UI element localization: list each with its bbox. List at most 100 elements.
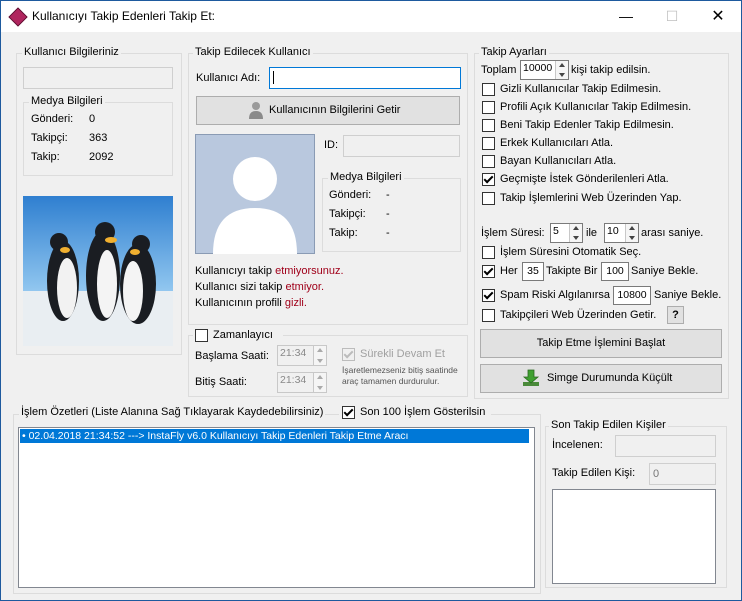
timer-start-label: Başlama Saati:: [195, 350, 269, 362]
user-posts-label: Gönderi:: [31, 113, 74, 125]
minimize-window-button[interactable]: —: [603, 1, 649, 32]
continuous-checkbox[interactable]: [342, 348, 355, 361]
option-web-follow-checkbox[interactable]: [482, 192, 495, 205]
total-prefix: Toplam: [481, 64, 517, 76]
target-following-label: Takip:: [329, 227, 358, 239]
timer-start-input[interactable]: 21:34: [277, 345, 327, 366]
option-past-requests-label: Geçmişte İstek Gönderilenleri Atla.: [500, 173, 669, 185]
text-cursor: [273, 71, 274, 84]
log-listbox[interactable]: • 02.04.2018 21:34:52 ---> InstaFly v6.0…: [18, 427, 535, 588]
option-past-requests-checkbox[interactable]: [482, 173, 495, 186]
every-suffix: Saniye Bekle.: [631, 265, 699, 277]
web-followers-checkbox[interactable]: [482, 309, 495, 322]
option-public-checkbox[interactable]: [482, 101, 495, 114]
option-male-label: Erkek Kullanıcıları Atla.: [500, 137, 614, 149]
target-posts-label: Gönderi:: [329, 189, 372, 201]
target-following-value: -: [386, 227, 390, 239]
duration-suffix: arası saniye.: [641, 227, 704, 239]
user-following-value: 2092: [89, 151, 114, 163]
total-follow-input[interactable]: 10000: [520, 60, 569, 80]
target-avatar-placeholder: [195, 134, 315, 254]
spam-label: Spam Riski Algılanırsa: [500, 289, 611, 301]
every-wait-input[interactable]: 100: [601, 262, 629, 281]
every-checkbox[interactable]: [482, 265, 495, 278]
inspected-field: [615, 435, 716, 457]
timer-end-label: Bitiş Saati:: [195, 376, 247, 388]
target-followers-label: Takipçi:: [329, 208, 366, 220]
profile-picture: [23, 196, 173, 346]
option-followers-label: Beni Takip Edenler Takip Edilmesin.: [500, 119, 674, 131]
target-posts-value: -: [386, 189, 390, 201]
close-window-button[interactable]: ✕: [695, 1, 741, 32]
total-suffix: kişi takip edilsin.: [571, 64, 651, 76]
follow-settings-label: Takip Ayarları: [479, 46, 549, 58]
target-followers-value: -: [386, 208, 390, 220]
option-web-follow-label: Takip İşlemlerini Web Üzerinden Yap.: [500, 192, 682, 204]
option-male-checkbox[interactable]: [482, 137, 495, 150]
start-follow-button[interactable]: Takip Etme İşlemini Başlat: [480, 329, 722, 358]
every-count-input[interactable]: 35: [522, 262, 544, 281]
followed-label: Takip Edilen Kişi:: [552, 467, 636, 479]
timer-end-input[interactable]: 21:34: [277, 372, 327, 393]
target-username-label: Kullanıcı Adı:: [196, 72, 261, 84]
every-label: Her: [500, 265, 518, 277]
user-followers-label: Takipçi:: [31, 132, 68, 144]
followed-count-field: 0: [649, 463, 716, 485]
spam-suffix: Saniye Bekle.: [654, 289, 722, 301]
option-public-label: Profili Açık Kullanıcılar Takip Edilmesi…: [500, 101, 692, 113]
followed-list[interactable]: [552, 489, 716, 584]
download-icon: [522, 369, 540, 386]
log-entry[interactable]: • 02.04.2018 21:34:52 ---> InstaFly v6.0…: [20, 429, 529, 443]
status-following: Kullanıcıyı takip etmiyorsunuz.: [195, 265, 344, 277]
maximize-window-button[interactable]: ☐: [649, 1, 695, 32]
status-profile-privacy: Kullanıcının profili gizli.: [195, 297, 307, 309]
main-window: Kullanıcıyı Takip Edenleri Takip Et: — ☐…: [0, 0, 742, 601]
option-female-checkbox[interactable]: [482, 155, 495, 168]
user-following-label: Takip:: [31, 151, 60, 163]
spam-checkbox[interactable]: [482, 289, 495, 302]
help-button[interactable]: ?: [667, 306, 684, 324]
duration-max-spin-icon[interactable]: [625, 224, 638, 242]
duration-min-input[interactable]: 5: [550, 223, 583, 243]
minimize-to-tray-label: Simge Durumunda Küçült: [547, 372, 673, 384]
auto-duration-label: İşlem Süresini Otomatik Seç.: [500, 246, 642, 258]
fetch-user-info-button[interactable]: Kullanıcının Bilgilerini Getir: [196, 96, 460, 125]
duration-and: ile: [586, 227, 598, 239]
user-followers-value: 363: [89, 132, 108, 144]
user-media-label: Medya Bilgileri: [29, 95, 105, 107]
title-bar: Kullanıcıyı Takip Edenleri Takip Et: — ☐…: [1, 1, 741, 32]
web-followers-label: Takipçileri Web Üzerinden Getir.: [500, 309, 657, 321]
duration-min-spin-icon[interactable]: [569, 224, 582, 242]
duration-max-input[interactable]: 10: [604, 223, 639, 243]
minimize-to-tray-button[interactable]: Simge Durumunda Küçült: [480, 364, 722, 393]
duration-label: İşlem Süresi:: [481, 227, 545, 239]
target-user-label: Takip Edilecek Kullanıcı: [193, 46, 313, 58]
status-follows-you: Kullanıcı sizi takip etmiyor.: [195, 281, 324, 293]
user-icon: [249, 102, 263, 119]
last100-label: Son 100 İşlem Gösterilsin: [360, 406, 486, 418]
total-follow-spin-icon[interactable]: [555, 61, 568, 79]
option-female-label: Bayan Kullanıcıları Atla.: [500, 155, 617, 167]
target-username-input[interactable]: [269, 67, 461, 89]
target-id-field: [343, 135, 460, 157]
own-username-field: [23, 67, 173, 89]
timer-label: Zamanlayıcı: [213, 329, 273, 341]
timer-note-line1: İşaretlemezseniz bitiş saatinde: [342, 365, 458, 375]
option-private-checkbox[interactable]: [482, 83, 495, 96]
user-posts-value: 0: [89, 113, 96, 125]
fetch-user-info-label: Kullanıcının Bilgilerini Getir: [269, 104, 401, 116]
timer-start-spin-icon[interactable]: [313, 346, 326, 365]
timer-note-line2: araç tamamen durdurulur.: [342, 376, 440, 386]
timer-checkbox[interactable]: [195, 329, 208, 342]
timer-end-spin-icon[interactable]: [313, 373, 326, 392]
every-mid-label: Takipte Bir: [546, 265, 598, 277]
target-id-label: ID:: [324, 139, 339, 151]
last100-checkbox[interactable]: [342, 406, 355, 419]
option-private-label: Gizli Kullanıcılar Takip Edilmesin.: [500, 83, 662, 95]
spam-wait-input[interactable]: 10800: [613, 286, 651, 305]
inspected-label: İncelenen:: [552, 439, 603, 451]
auto-duration-checkbox[interactable]: [482, 246, 495, 259]
option-followers-checkbox[interactable]: [482, 119, 495, 132]
continuous-label: Sürekli Devam Et: [360, 348, 445, 360]
last-followed-label: Son Takip Edilen Kişiler: [549, 419, 668, 431]
